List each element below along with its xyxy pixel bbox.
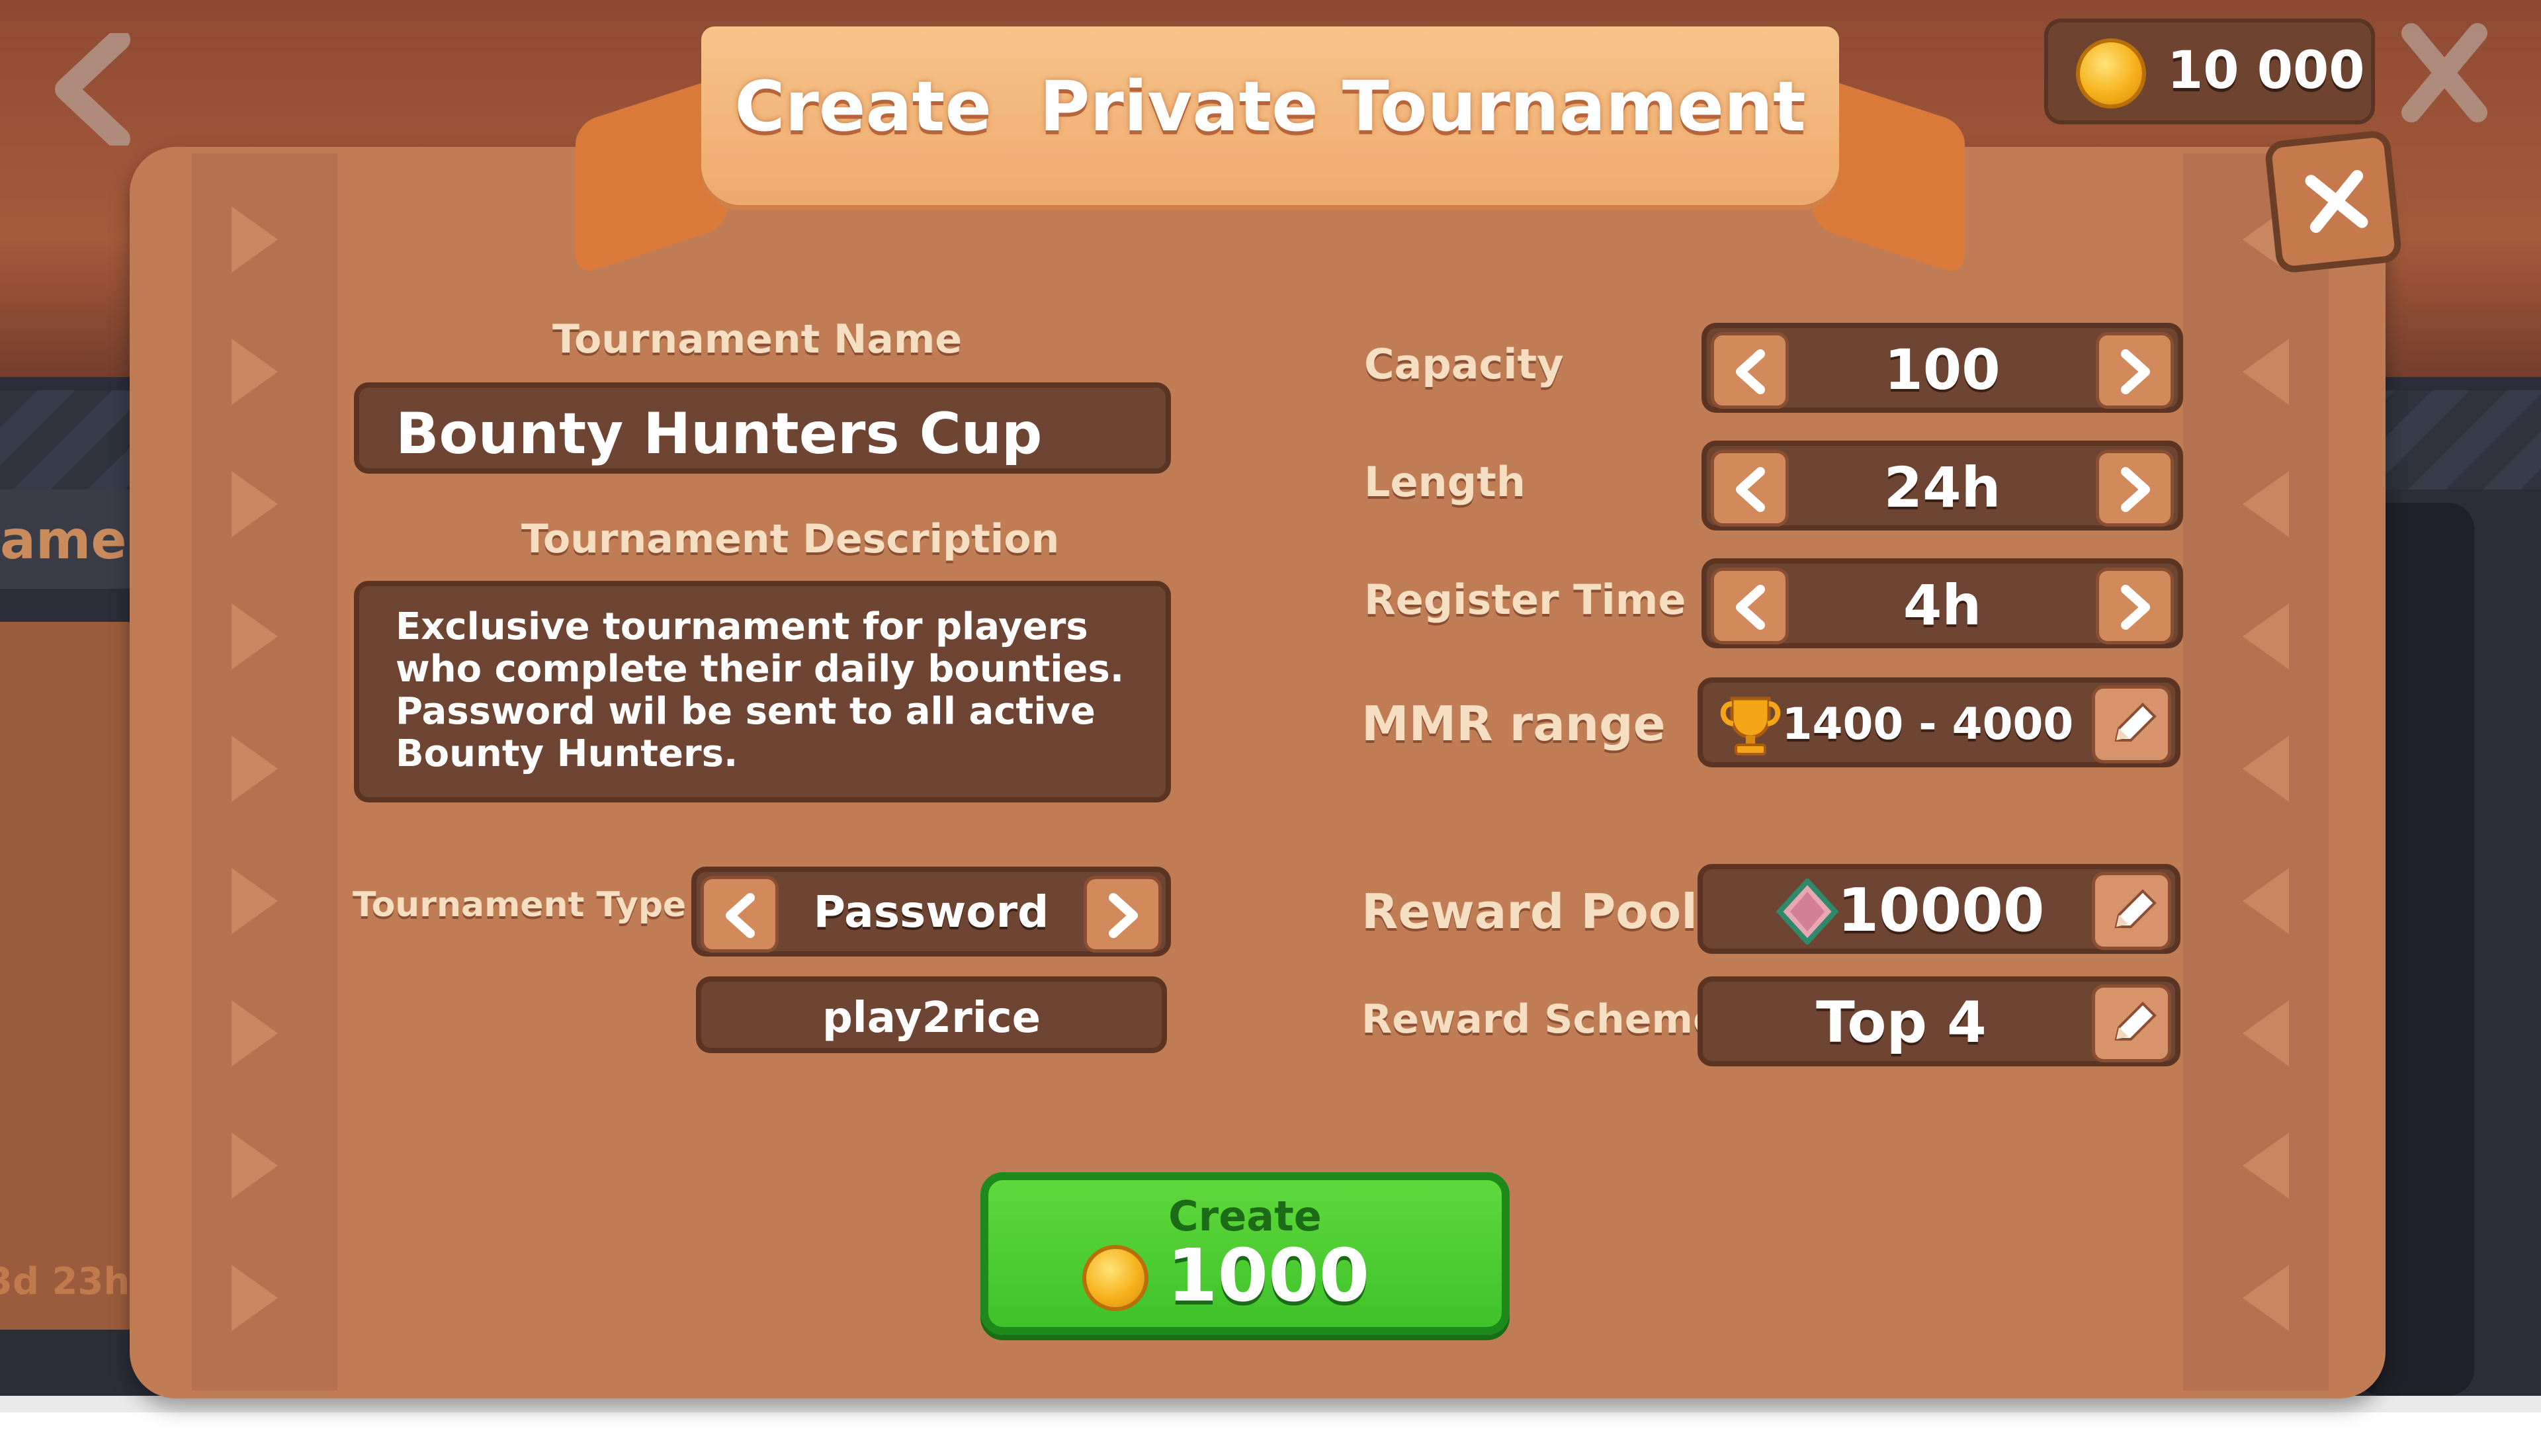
- chevron-right-icon: [1109, 893, 1138, 938]
- close-icon: [2305, 170, 2368, 233]
- tournament-type-label: Tournament Type: [353, 885, 687, 925]
- page-title: Create Private Tournament: [734, 66, 1806, 147]
- coin-icon: [2076, 38, 2146, 108]
- capacity-stepper: 100: [1701, 323, 2183, 413]
- back-arrow-icon[interactable]: [46, 28, 139, 150]
- tournament-name-value: Bounty Hunters Cup: [396, 401, 1043, 467]
- create-button-cost: 1000: [1167, 1233, 1370, 1318]
- reward-pool-field: 10000: [1698, 864, 2180, 954]
- reward-pool-value: 10000: [1837, 876, 2045, 945]
- background-close-icon[interactable]: [2401, 20, 2487, 126]
- chevron-right-icon: [2121, 467, 2150, 512]
- reward-scheme-value: Top 4: [1816, 990, 1987, 1056]
- tournament-type-selector: Password: [691, 867, 1171, 957]
- mmr-range-field: 1400 - 4000: [1698, 677, 2180, 767]
- length-label: Length: [1364, 458, 1526, 506]
- password-field[interactable]: play2rice: [696, 976, 1167, 1053]
- capacity-label: Capacity: [1364, 340, 1564, 388]
- reward-scheme-label: Reward Scheme: [1361, 996, 1720, 1043]
- register-time-stepper: 4h: [1701, 558, 2183, 648]
- coin-icon: [1082, 1245, 1148, 1311]
- background-tab: amen: [0, 490, 165, 589]
- background-tournament-card: 3d 23h: [0, 622, 146, 1330]
- password-value: play2rice: [822, 994, 1041, 1043]
- tournament-name-field[interactable]: Bounty Hunters Cup: [354, 382, 1171, 474]
- register-time-label: Register Time: [1364, 576, 1686, 624]
- pencil-icon: [2114, 889, 2157, 928]
- length-increase-button[interactable]: [2096, 450, 2174, 527]
- pencil-icon: [2114, 703, 2157, 742]
- tournament-description-label: Tournament Description: [521, 516, 1060, 562]
- close-button[interactable]: [2264, 129, 2403, 275]
- pencil-icon: [2114, 1002, 2157, 1041]
- type-next-button[interactable]: [1084, 876, 1162, 953]
- tournament-name-label: Tournament Name: [552, 316, 963, 363]
- game-screen: amen 3d 23h 10 000 Create Private Tourna…: [0, 0, 2541, 1456]
- length-stepper: 24h: [1701, 441, 2183, 531]
- background-card-timer: 3d 23h: [0, 1260, 130, 1303]
- page-margin: [0, 1412, 2541, 1456]
- tournament-description-field[interactable]: Exclusive tournament for players who com…: [354, 581, 1171, 802]
- reward-pool-edit-button[interactable]: [2092, 872, 2171, 950]
- reward-scheme-edit-button[interactable]: [2092, 984, 2171, 1062]
- reward-pool-label: Reward Pool: [1361, 884, 1698, 939]
- tournament-description-value: Exclusive tournament for players who com…: [396, 605, 1125, 775]
- register-time-increase-button[interactable]: [2096, 568, 2174, 644]
- mmr-range-label: MMR range: [1361, 696, 1666, 751]
- coin-balance-value: 10 000: [2167, 41, 2365, 101]
- chevron-right-icon: [2121, 349, 2150, 394]
- coin-balance: 10 000: [2044, 19, 2375, 124]
- chevron-right-icon: [2121, 585, 2150, 630]
- reward-scheme-field: Top 4: [1698, 976, 2180, 1066]
- mmr-edit-button[interactable]: [2092, 685, 2171, 763]
- create-button[interactable]: Create 1000: [980, 1172, 1510, 1335]
- title-ribbon: Create Private Tournament: [701, 26, 1839, 205]
- mmr-range-value: 1400 - 4000: [1782, 699, 2074, 749]
- capacity-increase-button[interactable]: [2096, 332, 2174, 409]
